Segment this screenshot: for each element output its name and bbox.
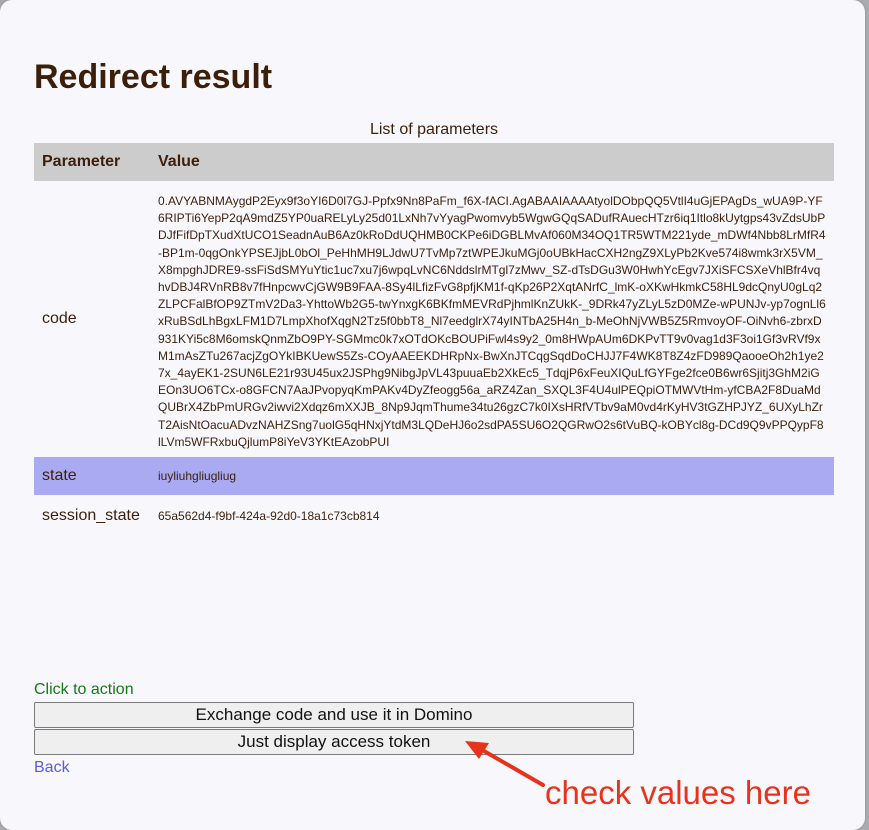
table-caption: List of parameters — [369, 121, 499, 138]
param-name-session-state: session_state — [42, 507, 140, 525]
param-name-state: state — [34, 457, 150, 496]
action-label: Click to action — [34, 681, 134, 698]
table-header-row: Parameter Value — [34, 143, 834, 181]
param-name-code: code — [42, 310, 77, 328]
exchange-code-button[interactable]: Exchange code and use it in Domino — [34, 702, 634, 728]
table-row: code 0.AVYABNMAygdP2Eyx9f3oYI6D0l7GJ-Ppf… — [34, 181, 834, 457]
column-header-value: Value — [150, 143, 834, 181]
table-row: state iuyliuhgliugliug — [34, 457, 834, 496]
parameters-table: Parameter Value code 0.AVYABNMAygdP2Eyx9… — [34, 143, 834, 537]
back-link[interactable]: Back — [34, 759, 70, 777]
param-value-code: 0.AVYABNMAygdP2Eyx9f3oYI6D0l7GJ-Ppfx9Nn8… — [158, 194, 826, 449]
param-value-state: iuyliuhgliugliug — [150, 457, 834, 496]
table-row: session_state 65a562d4-f9bf-424a-92d0-18… — [34, 495, 834, 537]
page-title: Redirect result — [34, 58, 273, 96]
column-header-parameter: Parameter — [34, 143, 150, 181]
annotation-arrow-icon — [465, 741, 545, 787]
annotation-text: check values here — [545, 774, 811, 811]
param-value-session-state: 65a562d4-f9bf-424a-92d0-18a1c73cb814 — [158, 509, 380, 524]
